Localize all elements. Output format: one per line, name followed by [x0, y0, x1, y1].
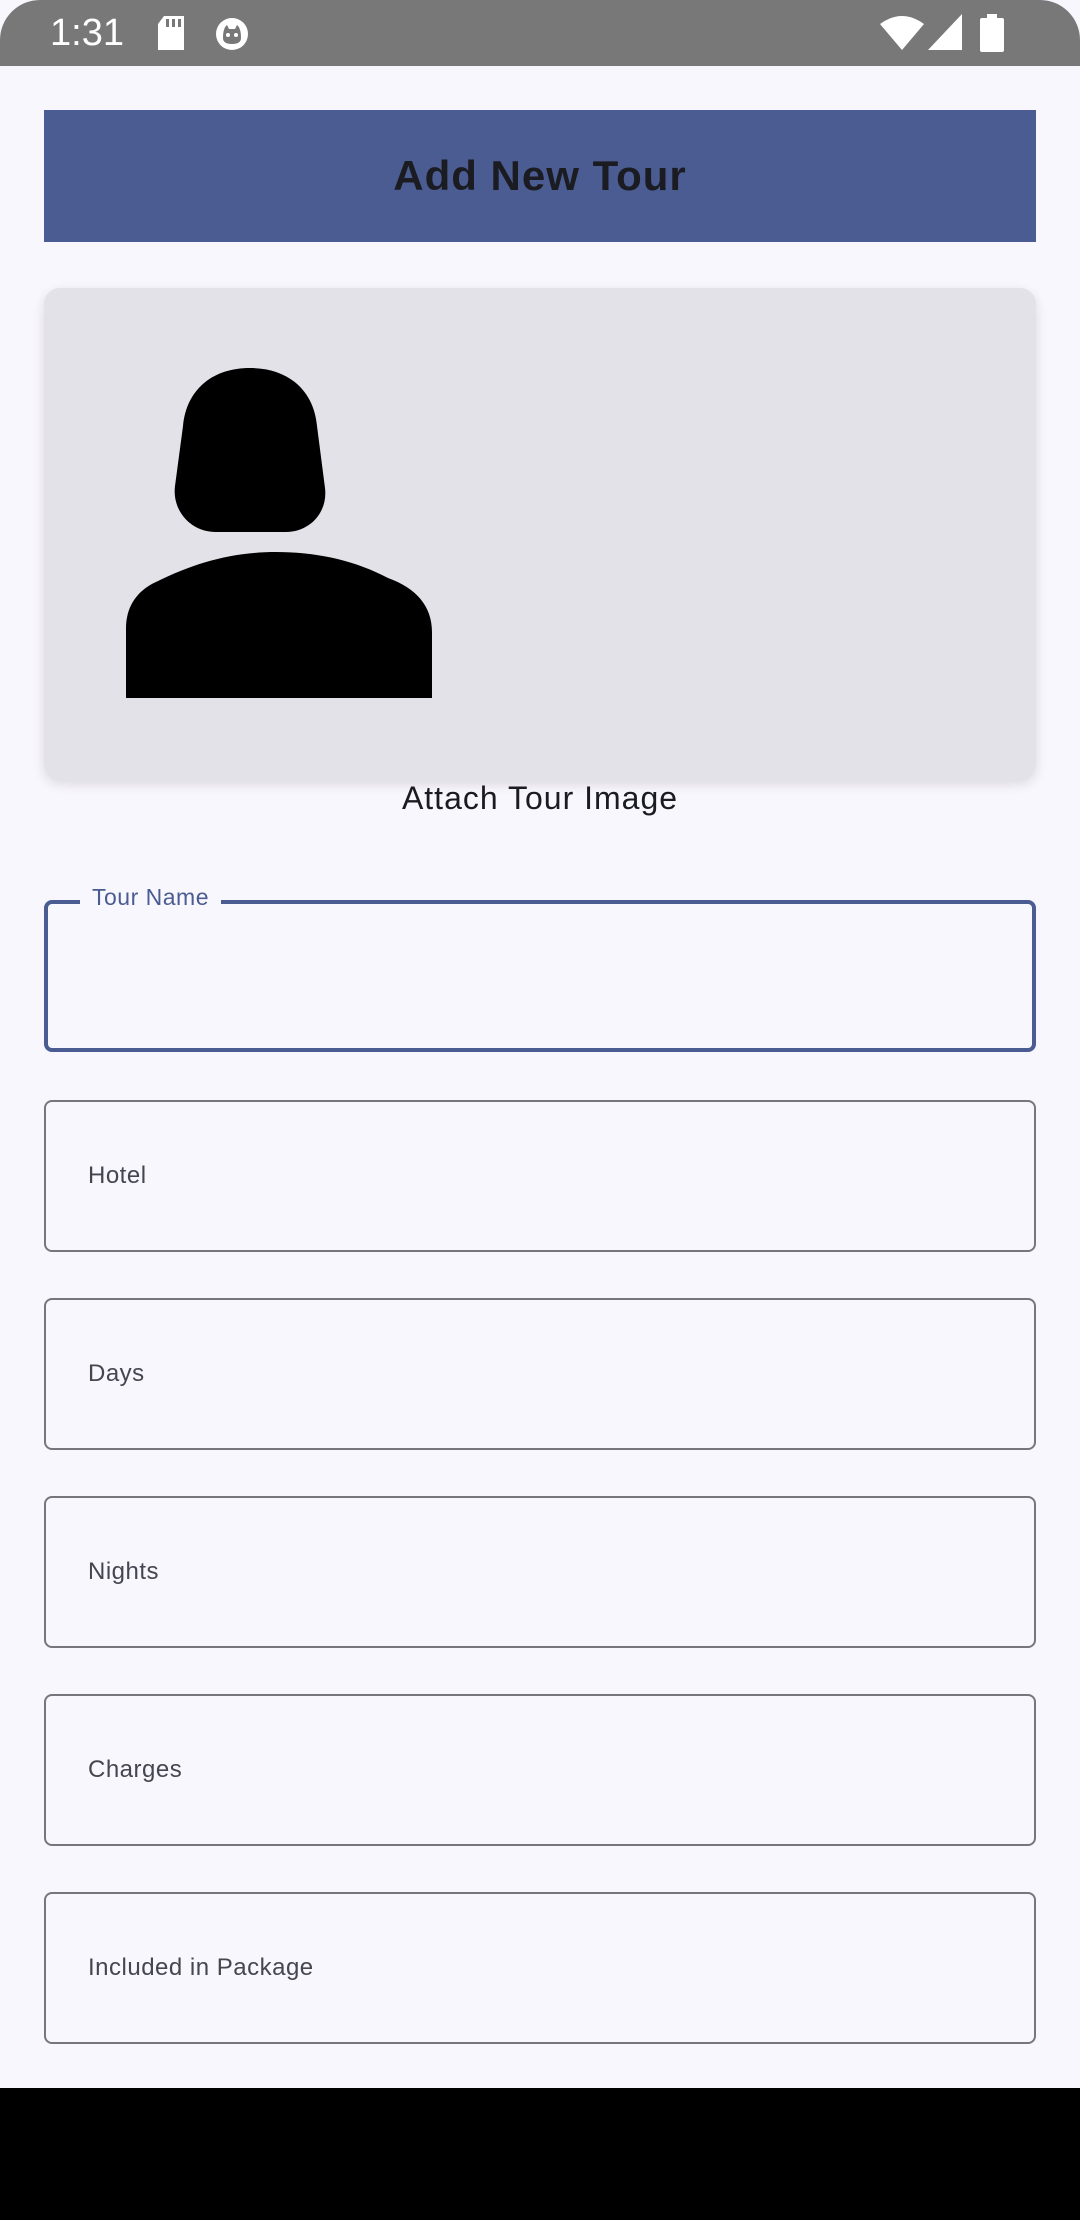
tour-name-label: Tour Name [80, 884, 221, 911]
sd-card-icon [158, 16, 184, 50]
tour-image-picker[interactable] [44, 288, 1036, 780]
signal-icon [928, 14, 962, 50]
hotel-field[interactable]: Hotel [44, 1100, 1036, 1252]
wifi-icon [880, 16, 924, 50]
included-in-package-label: Included in Package [88, 1954, 314, 1981]
charges-label: Charges [88, 1756, 183, 1783]
person-placeholder-icon [126, 368, 432, 698]
days-field[interactable]: Days [44, 1298, 1036, 1450]
charges-field[interactable]: Charges [44, 1694, 1036, 1846]
page-title: Add New Tour [393, 152, 687, 199]
included-in-package-field[interactable]: Included in Package [44, 1892, 1036, 2044]
status-time: 1:31 [50, 12, 124, 54]
nights-field[interactable]: Nights [44, 1496, 1036, 1648]
navigation-bar [0, 2088, 1080, 2220]
hotel-label: Hotel [88, 1162, 147, 1189]
page-header: Add New Tour [44, 110, 1036, 242]
battery-icon [980, 14, 1004, 52]
status-bar: 1:31 [0, 0, 1080, 66]
attach-image-label: Attach Tour Image [401, 780, 679, 816]
tour-name-field[interactable]: Tour Name [44, 884, 1036, 1052]
days-label: Days [88, 1360, 145, 1387]
tour-name-input[interactable] [88, 954, 988, 1004]
nights-label: Nights [88, 1558, 160, 1585]
cat-face-icon [216, 18, 248, 50]
